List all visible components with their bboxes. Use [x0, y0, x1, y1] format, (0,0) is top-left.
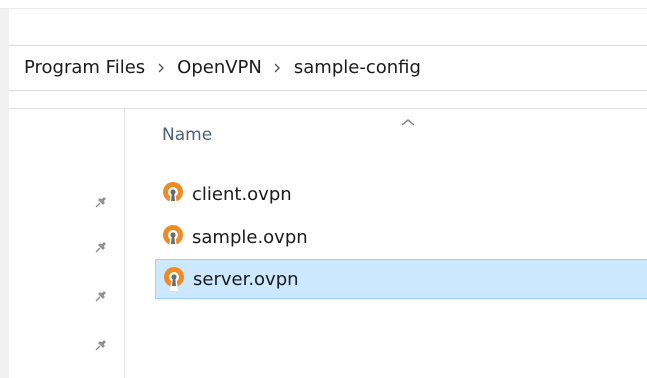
chevron-right-icon[interactable]	[267, 62, 289, 74]
file-row-server[interactable]: server.ovpn	[155, 259, 647, 299]
chevron-right-icon[interactable]	[150, 62, 172, 74]
breadcrumb-sample-config[interactable]: sample-config	[294, 46, 421, 90]
pin-icon[interactable]	[92, 193, 110, 211]
breadcrumb-openvpn[interactable]: OpenVPN	[177, 46, 262, 90]
ribbon-divider	[9, 91, 647, 109]
openvpn-file-icon	[163, 225, 183, 249]
window-left-edge	[0, 0, 9, 378]
file-row-client[interactable]: client.ovpn	[155, 174, 647, 214]
window-top-edge	[0, 0, 647, 9]
file-name: server.ovpn	[193, 268, 299, 290]
address-bar[interactable]: Program Files OpenVPN sample-config	[9, 46, 647, 91]
file-name: client.ovpn	[192, 183, 292, 205]
sort-ascending-icon	[399, 112, 417, 126]
openvpn-file-icon	[163, 182, 183, 206]
pin-icon[interactable]	[92, 336, 110, 354]
name-column-header[interactable]: Name	[162, 125, 212, 145]
pin-icon[interactable]	[92, 238, 110, 256]
pin-icon[interactable]	[92, 287, 110, 305]
file-list[interactable]: Name client.ovpn sample.ovpn server.ovpn	[125, 109, 647, 378]
toolbar-area	[9, 9, 647, 46]
navigation-pane[interactable]	[9, 109, 125, 378]
breadcrumb-program-files[interactable]: Program Files	[24, 46, 145, 90]
file-row-sample[interactable]: sample.ovpn	[155, 217, 647, 257]
file-name: sample.ovpn	[192, 226, 308, 248]
openvpn-file-icon	[164, 267, 184, 291]
